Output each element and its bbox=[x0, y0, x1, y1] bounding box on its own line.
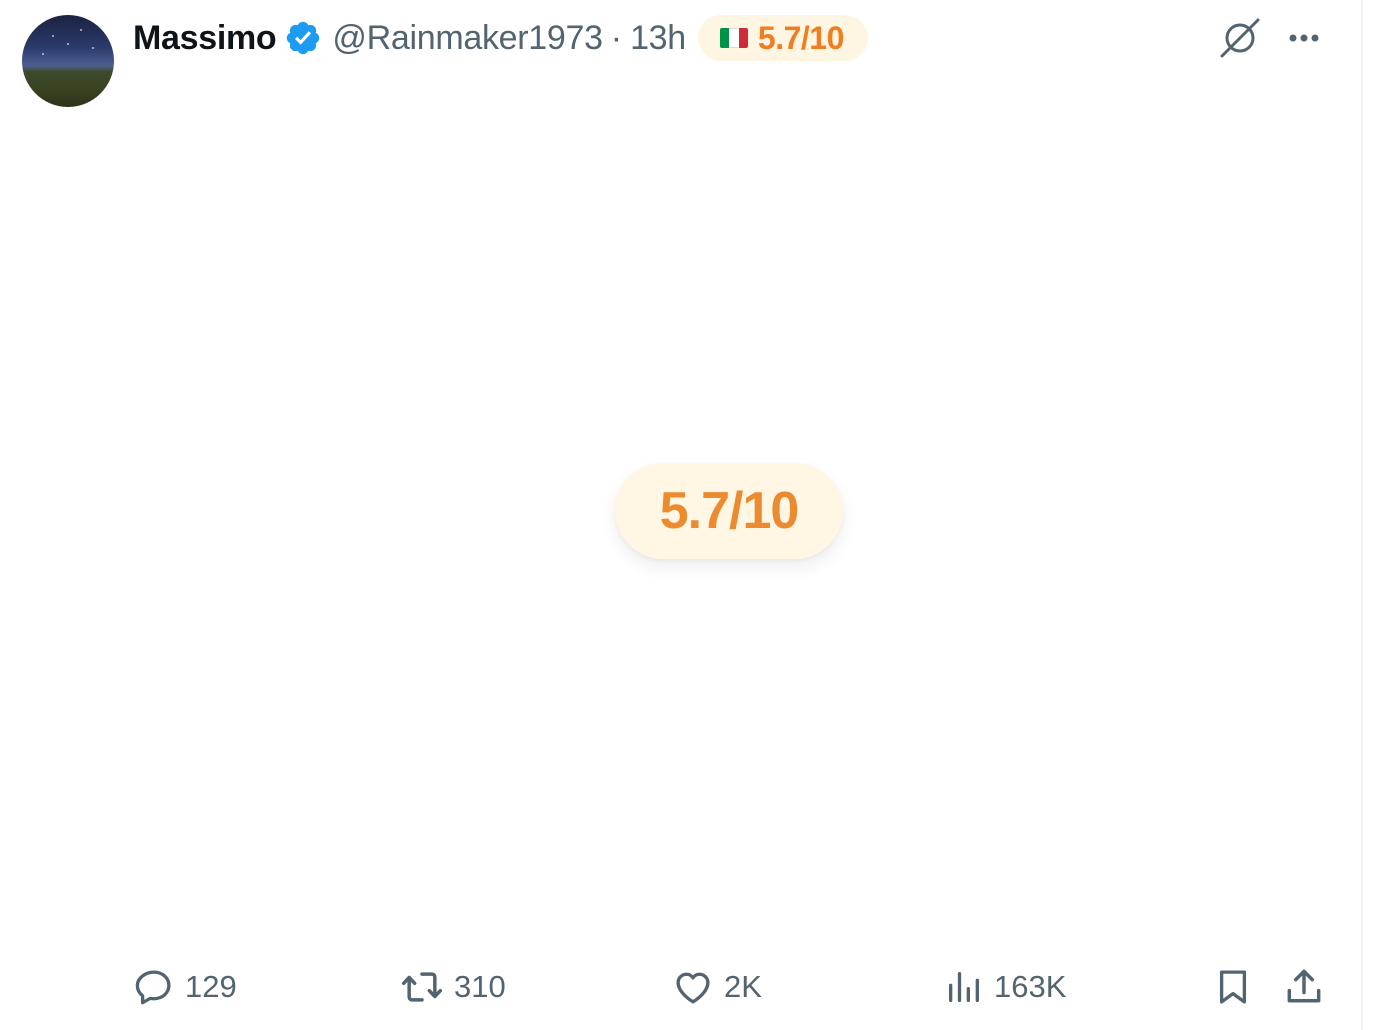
media-rating-text: 5.7/10 bbox=[659, 482, 800, 540]
verified-badge-icon bbox=[287, 21, 320, 55]
rating-badge[interactable]: 5.7/10 bbox=[697, 15, 868, 61]
avatar[interactable] bbox=[22, 15, 114, 107]
bookmark-button[interactable] bbox=[1212, 962, 1254, 1012]
author-name[interactable]: Massimo bbox=[133, 19, 277, 58]
repost-icon bbox=[401, 972, 443, 1002]
reply-icon bbox=[135, 970, 171, 1005]
views-count: 163K bbox=[994, 969, 1067, 1004]
column-divider bbox=[1361, 0, 1363, 1030]
like-count: 2K bbox=[724, 969, 762, 1004]
share-icon bbox=[1287, 969, 1321, 1003]
separator-dot: · bbox=[610, 18, 623, 57]
views-button[interactable]: 163K bbox=[944, 962, 1066, 1012]
italy-flag-icon bbox=[719, 28, 748, 48]
heart-icon bbox=[676, 972, 710, 1004]
repost-button[interactable]: 310 bbox=[400, 962, 506, 1012]
repost-count: 310 bbox=[454, 969, 506, 1004]
like-button[interactable]: 2K bbox=[672, 962, 762, 1012]
bookmark-icon bbox=[1219, 970, 1247, 1004]
rating-badge-text: 5.7/10 bbox=[757, 19, 844, 56]
author-handle[interactable]: @Rainmaker1973 bbox=[332, 19, 603, 58]
grok-icon[interactable] bbox=[1218, 16, 1262, 60]
views-icon bbox=[949, 972, 979, 1002]
reply-count: 129 bbox=[185, 969, 237, 1004]
reply-button[interactable]: 129 bbox=[133, 962, 237, 1012]
media-rating-pill: 5.7/10 bbox=[615, 463, 843, 559]
share-button[interactable] bbox=[1282, 962, 1326, 1012]
tweet-header: Massimo @Rainmaker1973 · 13h 5.7/10 bbox=[133, 14, 868, 62]
tweet: Massimo @Rainmaker1973 · 13h 5.7/10 5.7/… bbox=[0, 0, 1400, 1030]
more-icon[interactable] bbox=[1282, 16, 1326, 60]
timestamp[interactable]: 13h bbox=[630, 19, 686, 58]
